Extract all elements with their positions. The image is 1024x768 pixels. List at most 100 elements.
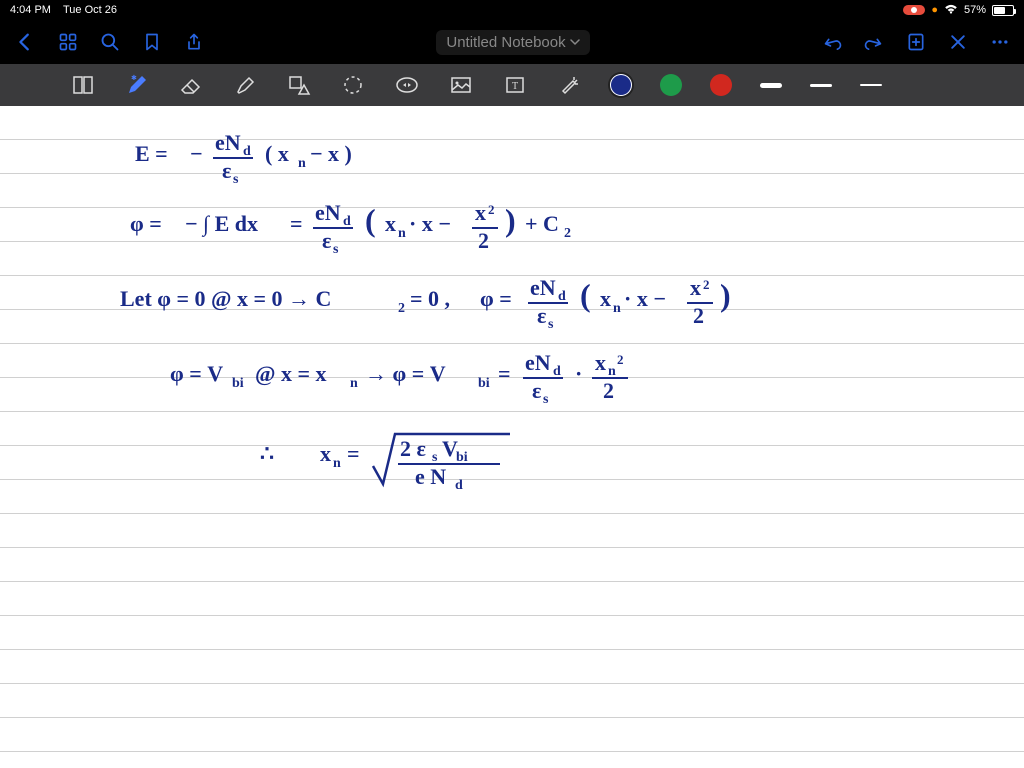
sticker-tool-icon[interactable] [394,72,420,98]
back-button[interactable] [14,31,36,53]
stroke-width-thin[interactable] [860,84,882,86]
svg-text:d: d [243,144,251,159]
svg-text:eN: eN [315,200,341,225]
svg-text:n: n [298,156,306,171]
color-swatch-navy[interactable] [610,74,632,96]
status-time: 4:04 PM [10,4,51,16]
svg-text:2: 2 [693,303,704,328]
svg-text:− ∫ E dx: − ∫ E dx [185,211,258,237]
document-title-button[interactable]: Untitled Notebook [436,30,589,55]
svg-text:s: s [548,317,554,332]
page-template-icon[interactable] [70,72,96,98]
svg-text:@ x = x: @ x = x [255,361,327,386]
svg-text:=: = [498,361,511,386]
svg-text:): ) [720,277,731,313]
svg-text:n: n [333,456,341,471]
navigation-bar: Untitled Notebook [0,20,1024,64]
svg-text:2: 2 [488,202,495,217]
svg-text:=: = [290,211,303,236]
svg-text:eN: eN [525,350,551,375]
text-tool-icon[interactable]: T [502,72,528,98]
wifi-icon [944,4,958,17]
status-date: Tue Oct 26 [63,4,117,16]
recording-indicator[interactable] [903,5,925,15]
handwritten-content: E = − eNd εs ( xn− x ) φ = − ∫ E dx = eN… [0,106,1024,768]
svg-text:s: s [233,172,239,187]
svg-text:(: ( [580,277,591,313]
svg-text:ε: ε [322,228,331,253]
svg-text:2: 2 [603,378,614,403]
svg-text:s: s [432,450,438,465]
more-icon[interactable] [990,32,1010,52]
svg-text:ε: ε [532,378,541,403]
status-bar: 4:04 PM Tue Oct 26 ● 57% [0,0,1024,20]
svg-text:Let φ = 0 @ x = 0 → C: Let φ = 0 @ x = 0 → C [120,286,331,311]
svg-text:2 ε: 2 ε [400,436,426,461]
svg-text:n: n [608,364,616,379]
svg-text:· x −: · x − [409,211,451,236]
svg-text:2: 2 [398,301,405,316]
highlighter-tool-icon[interactable] [232,72,258,98]
drawing-toolbar: ✱ T [0,64,1024,106]
stroke-width-thick[interactable] [760,83,782,88]
svg-text:eN: eN [530,275,556,300]
svg-text:n: n [350,376,358,391]
image-tool-icon[interactable] [448,72,474,98]
svg-text:): ) [505,202,516,238]
svg-text:x: x [475,200,486,225]
svg-text:2: 2 [617,352,624,367]
svg-text:ε: ε [537,303,546,328]
shape-tool-icon[interactable] [286,72,312,98]
status-right: ● 57% [903,4,1014,17]
add-page-button[interactable] [906,32,926,52]
svg-text:d: d [553,364,561,379]
lasso-tool-icon[interactable] [340,72,366,98]
svg-text:+ C: + C [525,211,559,236]
svg-text:−: − [190,141,203,166]
redo-button[interactable] [864,32,884,52]
battery-icon [992,5,1014,16]
svg-text:d: d [343,214,351,229]
svg-text:φ = V: φ = V [170,361,223,386]
svg-text:ε: ε [222,158,231,183]
svg-text:n: n [613,301,621,316]
pen-tool-icon[interactable]: ✱ [124,72,150,98]
color-swatch-green[interactable] [660,74,682,96]
undo-button[interactable] [822,32,842,52]
search-icon[interactable] [100,32,120,52]
bookmark-icon[interactable] [142,32,162,52]
svg-text:bi: bi [456,450,468,465]
close-button[interactable] [948,32,968,52]
svg-text:✱: ✱ [131,74,137,82]
document-title: Untitled Notebook [446,34,565,51]
svg-text:(: ( [365,202,376,238]
svg-text:s: s [543,392,549,407]
svg-text:2: 2 [703,277,710,292]
svg-text:bi: bi [232,376,244,391]
status-left: 4:04 PM Tue Oct 26 [10,4,117,16]
svg-text:· x −: · x − [624,286,666,311]
svg-text:T: T [512,81,518,92]
stroke-width-medium[interactable] [810,84,832,87]
svg-text:x: x [385,211,396,236]
svg-text:∴: ∴ [260,441,274,466]
svg-text:e N: e N [415,464,446,489]
svg-text:d: d [558,289,566,304]
battery-percentage: 57% [964,4,986,16]
color-swatch-red[interactable] [710,74,732,96]
svg-text:→ φ = V: → φ = V [365,361,446,386]
grid-icon[interactable] [58,32,78,52]
svg-text:E =: E = [135,141,168,166]
svg-text:x: x [690,275,701,300]
svg-text:s: s [333,242,339,257]
svg-text:φ =: φ = [480,286,512,311]
svg-text:− x ): − x ) [310,141,352,166]
svg-text:=: = [347,441,360,466]
svg-text:x: x [595,350,606,375]
note-canvas[interactable]: E = − eNd εs ( xn− x ) φ = − ∫ E dx = eN… [0,106,1024,768]
share-icon[interactable] [184,32,204,52]
wifi-warning-dot: ● [931,4,938,16]
eraser-tool-icon[interactable] [178,72,204,98]
svg-text:( x: ( x [265,141,289,166]
laser-tool-icon[interactable] [556,72,582,98]
